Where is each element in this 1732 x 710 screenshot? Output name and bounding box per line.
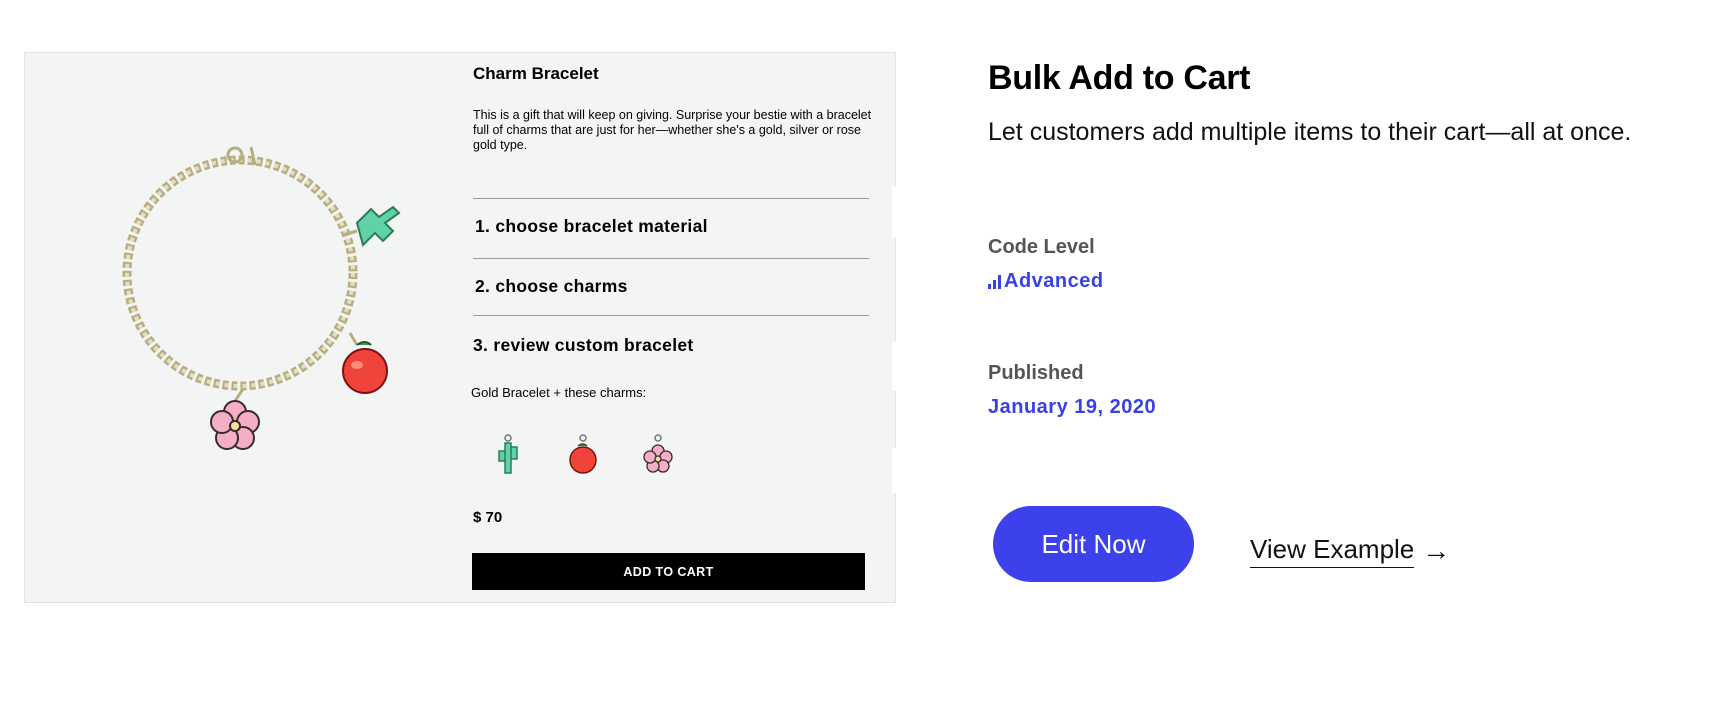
published-date: January 19, 2020 — [988, 396, 1157, 418]
card-notch — [892, 341, 896, 391]
bracelet-image — [95, 123, 455, 503]
apple-charm-thumbnail-icon — [569, 434, 597, 474]
code-level-value: Advanced — [988, 270, 1104, 293]
step-choose-charms[interactable]: 2. choose charms — [473, 258, 869, 297]
template-preview-card: Charm Bracelet This is a gift that will … — [24, 52, 896, 603]
product-description: This is a gift that will keep on giving.… — [473, 108, 872, 152]
page-subtitle: Let customers add multiple items to thei… — [988, 118, 1632, 146]
signal-bars-icon — [988, 274, 1001, 289]
view-example-label: View Example — [1250, 534, 1415, 568]
apple-charm-icon — [342, 332, 388, 394]
page-title: Bulk Add to Cart — [988, 59, 1251, 97]
code-level-label: Code Level — [988, 236, 1095, 258]
step-label: 3. review custom bracelet — [473, 335, 694, 355]
template-info: Bulk Add to Cart Let customers add multi… — [988, 0, 1708, 710]
arrow-right-icon: → — [1422, 535, 1451, 566]
selected-charms-list — [471, 429, 711, 489]
selection-summary: Gold Bracelet + these charms: — [471, 385, 647, 400]
step-review-bracelet[interactable]: 3. review custom bracelet — [473, 315, 869, 356]
step-label: 2. choose charms — [475, 276, 628, 296]
card-notch — [892, 448, 896, 493]
flower-charm-icon — [210, 388, 260, 450]
step-choose-material[interactable]: 1. choose bracelet material — [473, 198, 869, 237]
add-to-cart-button[interactable]: ADD TO CART — [472, 553, 865, 590]
published-label: Published — [988, 362, 1084, 384]
code-level-text: Advanced — [1004, 270, 1104, 292]
product-panel: Charm Bracelet This is a gift that will … — [449, 53, 871, 602]
cactus-charm-thumbnail-icon — [498, 434, 518, 474]
edit-now-button[interactable]: Edit Now — [993, 506, 1194, 582]
step-label: 1. choose bracelet material — [475, 216, 708, 236]
flower-charm-thumbnail-icon — [643, 434, 673, 473]
product-title: Charm Bracelet — [473, 64, 599, 83]
product-price: $ 70 — [473, 509, 503, 526]
view-example-link[interactable]: View Example → — [1250, 534, 1450, 568]
card-notch — [892, 186, 896, 238]
